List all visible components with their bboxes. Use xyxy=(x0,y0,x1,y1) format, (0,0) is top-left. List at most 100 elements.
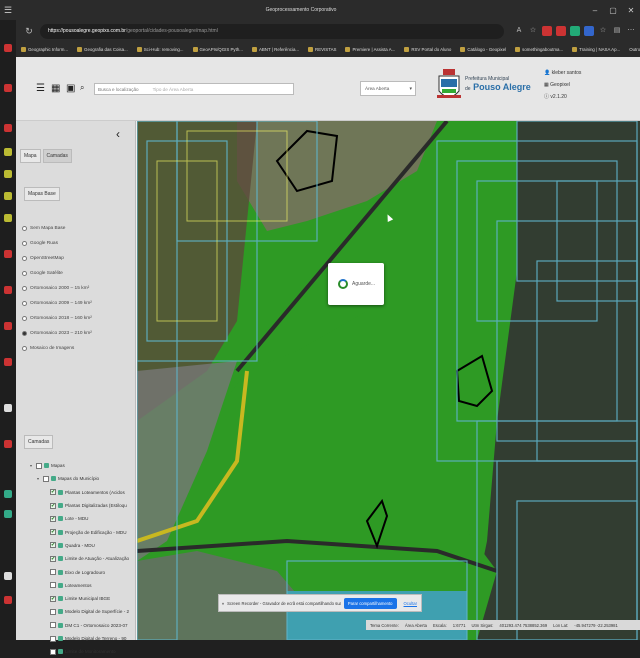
expand-toggle-icon[interactable]: ▾ xyxy=(37,476,41,481)
bookmark-item[interactable]: Geographic Inform... xyxy=(18,47,71,52)
other-favorites[interactable]: Outros favoritos xyxy=(626,47,640,52)
bookmark-item[interactable]: ABNT | Referência... xyxy=(249,47,302,52)
basemap-option[interactable]: OpenStreetMap xyxy=(22,251,92,266)
layer-item[interactable]: ✔ Limite de Atuação - Atualização xyxy=(30,552,134,565)
radio-button[interactable] xyxy=(22,271,27,276)
layer-checkbox[interactable]: ✔ xyxy=(50,502,56,509)
bookmark-item[interactable]: REVISTAS xyxy=(305,47,339,52)
layer-item[interactable]: ✔ Quadra - MDU xyxy=(30,539,134,552)
layer-item[interactable]: ✔ Projeção de Edificação - MDU xyxy=(30,525,134,538)
layer-checkbox[interactable] xyxy=(50,635,56,642)
bookmark-item[interactable]: RSV Portal do Aluno xyxy=(401,47,454,52)
list-icon[interactable]: ☰ xyxy=(36,83,45,94)
print-icon[interactable]: ▣ xyxy=(66,83,75,94)
layer-item[interactable]: Eixo de Logradouro xyxy=(30,565,134,578)
url-field[interactable]: https://pousoalegre.geopixs.com.br/geopo… xyxy=(40,23,504,39)
stop-sharing-button[interactable]: Parar compartilhamento xyxy=(343,597,397,609)
bookmark-item[interactable]: Sci-Hub: removing... xyxy=(134,47,187,52)
grid-icon[interactable]: ▦ xyxy=(51,83,60,94)
sidebar-app-icon[interactable] xyxy=(4,44,12,52)
sidebar-app-icon[interactable] xyxy=(4,440,12,448)
basemap-option[interactable]: Ortomosaico 2023 – 210 km² xyxy=(22,326,92,341)
layer-item[interactable]: ✔ Limite Municipal IBGE xyxy=(30,592,134,605)
layer-checkbox[interactable] xyxy=(50,569,56,576)
radio-button[interactable] xyxy=(22,226,27,231)
translate-icon[interactable]: A xyxy=(514,26,524,36)
tab-camadas[interactable]: Camadas xyxy=(42,149,72,163)
sidebar-app-icon[interactable] xyxy=(4,84,12,92)
layers-header[interactable]: Camadas xyxy=(24,435,54,449)
radio-button[interactable] xyxy=(22,241,27,246)
bookmark-item[interactable]: Premiere | Assista A... xyxy=(342,47,398,52)
sidebar-app-icon[interactable] xyxy=(4,250,12,258)
layer-checkbox[interactable]: ✔ xyxy=(50,515,56,522)
sidebar-app-icon[interactable] xyxy=(4,170,12,178)
basemap-option[interactable]: Ortomosaico 2009 – 149 km² xyxy=(22,296,92,311)
layer-checkbox[interactable]: ✔ xyxy=(50,489,56,496)
radio-button[interactable] xyxy=(22,316,27,321)
maximize-icon[interactable]: ▢ xyxy=(604,6,622,15)
bookmark-item[interactable]: Geografia das Coisa... xyxy=(74,47,131,52)
basemap-option[interactable]: Ortomosaico 2000 – 15 km² xyxy=(22,281,92,296)
layer-checkbox[interactable]: ✔ xyxy=(50,542,56,549)
layer-item[interactable]: DM C1 - Ortomosaico 2023-07 xyxy=(30,619,134,632)
minimize-icon[interactable]: – xyxy=(586,6,604,15)
collapse-panel-button[interactable]: ‹ xyxy=(116,127,120,141)
sidebar-app-icon[interactable] xyxy=(4,572,12,580)
basemaps-header[interactable]: Mapas Base xyxy=(24,187,60,201)
basemap-option[interactable]: Sem Mapa Base xyxy=(22,221,92,236)
layer-item[interactable]: Limite de Monitoramento xyxy=(30,645,134,658)
sidebar-app-icon[interactable] xyxy=(4,596,12,604)
search-input[interactable]: Busca e localização Tipo de Área Aberta xyxy=(94,83,294,95)
layer-checkbox[interactable]: ✔ xyxy=(50,595,56,602)
basemap-option[interactable]: Ortomosaico 2018 – 160 km² xyxy=(22,311,92,326)
sidebar-app-icon[interactable] xyxy=(4,490,12,498)
bookmark-item[interactable]: Catálogo - Geopixel xyxy=(457,47,509,52)
layer-checkbox[interactable] xyxy=(50,582,56,589)
radio-button[interactable] xyxy=(22,346,27,351)
sidebar-app-icon[interactable] xyxy=(4,358,12,366)
layer-item[interactable]: ✔ Plantas Loteamentos (Acidos xyxy=(30,486,134,499)
basemap-option[interactable]: Google Ruas xyxy=(22,236,92,251)
basemap-option[interactable]: Mosaico de Imagens xyxy=(22,341,92,356)
layer-item[interactable]: Modelo Digital de Superfície - 2 xyxy=(30,605,134,618)
layer-checkbox[interactable] xyxy=(36,462,42,469)
layer-checkbox[interactable]: ✔ xyxy=(50,529,56,536)
hide-button[interactable]: Ocultar xyxy=(400,601,422,606)
bookmark-item[interactable]: GeoAPIs/QGIS Pyth... xyxy=(190,47,246,52)
layer-item[interactable]: ✔ Plantas Digitalizadas (Estiloqu xyxy=(30,499,134,512)
favorites-icon[interactable]: ☆ xyxy=(598,26,608,36)
tab-mapa[interactable]: Mapa xyxy=(20,149,41,163)
layer-item[interactable]: ✔ Lote - MDU xyxy=(30,512,134,525)
sidebar-app-icon[interactable] xyxy=(4,192,12,200)
map-canvas[interactable]: 🔍⬤⤢✥🔍🔍🔍🔍🔍🔍👤╱▭⬤⬤▣🗎▤ xyxy=(137,121,640,640)
more-icon[interactable]: ⋯ xyxy=(626,26,636,36)
basemap-option[interactable]: Google Satélite xyxy=(22,266,92,281)
close-icon[interactable]: ✕ xyxy=(622,6,640,15)
radio-button[interactable] xyxy=(22,256,27,261)
sidebar-app-icon[interactable] xyxy=(4,124,12,132)
sidebar-app-icon[interactable] xyxy=(4,214,12,222)
sidebar-app-icon[interactable] xyxy=(4,286,12,294)
extension-icon[interactable] xyxy=(584,26,594,36)
sidebar-app-icon[interactable] xyxy=(4,322,12,330)
sidebar-app-icon[interactable] xyxy=(4,404,12,412)
user-name[interactable]: kleber santos xyxy=(552,70,582,76)
layer-item[interactable]: ▾ Mapas do Município xyxy=(30,472,134,485)
radio-button[interactable] xyxy=(22,331,27,336)
layer-item[interactable]: Loteamentos xyxy=(30,579,134,592)
sidebar-app-icon[interactable] xyxy=(4,148,12,156)
reload-icon[interactable]: ↻ xyxy=(22,26,36,37)
favorite-icon[interactable]: ☆ xyxy=(528,26,538,36)
bookmark-item[interactable]: Training | NASA Ap... xyxy=(569,47,623,52)
layer-item[interactable]: ▾ Mapas xyxy=(30,459,134,472)
layer-checkbox[interactable]: ✔ xyxy=(50,555,56,562)
area-select[interactable]: Área Aberta ▾ xyxy=(360,81,416,96)
menu-icon[interactable]: ☰ xyxy=(0,5,16,16)
radio-button[interactable] xyxy=(22,301,27,306)
layer-checkbox[interactable] xyxy=(50,648,56,655)
layer-checkbox[interactable] xyxy=(43,475,49,482)
search-icon[interactable]: ⌕ xyxy=(80,83,84,93)
layer-checkbox[interactable] xyxy=(50,608,56,615)
extension-icon[interactable] xyxy=(556,26,566,36)
